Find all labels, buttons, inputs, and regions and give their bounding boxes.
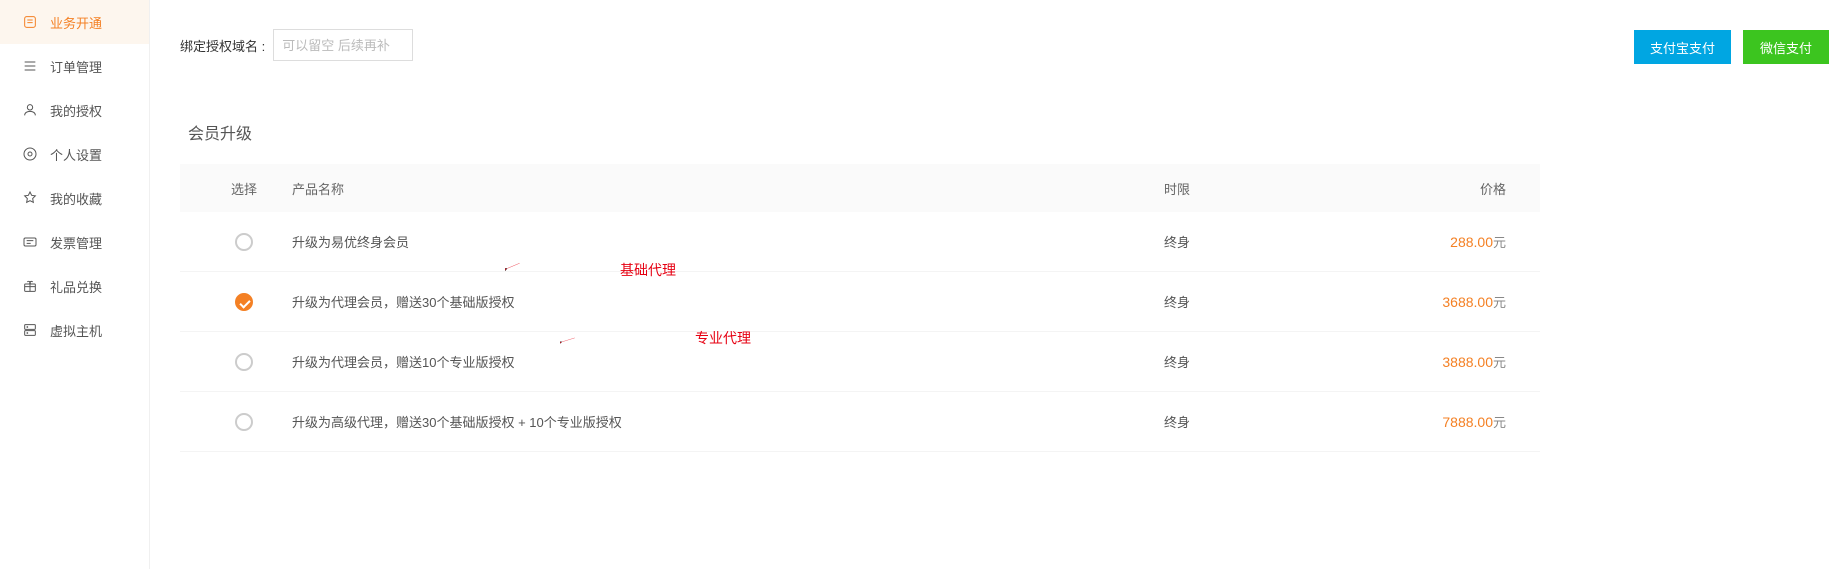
star-icon <box>22 190 38 206</box>
col-header-select: 选择 <box>196 179 292 198</box>
list-icon <box>22 58 38 74</box>
product-duration: 终身 <box>1164 232 1344 251</box>
radio[interactable] <box>235 293 253 311</box>
product-duration: 终身 <box>1164 352 1344 371</box>
table-row[interactable]: 升级为高级代理，赠送30个基础版授权 + 10个专业版授权 终身 7888.00… <box>180 392 1540 452</box>
sidebar-item-gifts[interactable]: 礼品兑换 <box>0 264 149 308</box>
product-duration: 终身 <box>1164 412 1344 431</box>
price-value: 288.00 <box>1450 234 1493 250</box>
col-header-duration: 时限 <box>1164 179 1344 198</box>
gear-icon <box>22 146 38 162</box>
pay-buttons: 支付宝支付 微信支付 <box>1634 30 1829 64</box>
product-name: 升级为高级代理，赠送30个基础版授权 + 10个专业版授权 <box>292 412 1164 431</box>
product-price: 7888.00元 <box>1344 412 1524 431</box>
sidebar-item-label: 虚拟主机 <box>50 321 102 340</box>
radio[interactable] <box>235 413 253 431</box>
product-price: 288.00元 <box>1344 232 1524 251</box>
table-row[interactable]: 升级为代理会员，赠送10个专业版授权 终身 3888.00元 <box>180 332 1540 392</box>
section-title: 会员升级 <box>188 120 1839 144</box>
sidebar-item-orders[interactable]: 订单管理 <box>0 44 149 88</box>
sidebar-item-my-license[interactable]: 我的授权 <box>0 88 149 132</box>
price-unit: 元 <box>1493 415 1506 430</box>
sidebar-item-label: 礼品兑换 <box>50 277 102 296</box>
radio[interactable] <box>235 353 253 371</box>
upgrade-table: 选择 产品名称 时限 价格 升级为易优终身会员 终身 288.00元 升级为代理… <box>180 164 1540 452</box>
price-value: 3888.00 <box>1442 354 1493 370</box>
gift-icon <box>22 278 38 294</box>
product-duration: 终身 <box>1164 292 1344 311</box>
alipay-button[interactable]: 支付宝支付 <box>1634 30 1731 64</box>
radio[interactable] <box>235 233 253 251</box>
wechat-button[interactable]: 微信支付 <box>1743 30 1829 64</box>
price-unit: 元 <box>1493 355 1506 370</box>
topbar: 绑定授权域名 : 支付宝支付 微信支付 <box>180 0 1839 90</box>
price-value: 7888.00 <box>1442 414 1493 430</box>
price-unit: 元 <box>1493 295 1506 310</box>
sidebar-item-favorites[interactable]: 我的收藏 <box>0 176 149 220</box>
sidebar: 业务开通 订单管理 我的授权 个人设置 我的收藏 发票管理 礼品兑换 <box>0 0 150 569</box>
business-icon <box>22 14 38 30</box>
product-name: 升级为代理会员，赠送30个基础版授权 <box>292 292 1164 311</box>
col-header-name: 产品名称 <box>292 179 1164 198</box>
table-head: 选择 产品名称 时限 价格 <box>180 164 1540 212</box>
sidebar-item-label: 业务开通 <box>50 13 102 32</box>
user-icon <box>22 102 38 118</box>
ticket-icon <box>22 234 38 250</box>
sidebar-item-label: 发票管理 <box>50 233 102 252</box>
price-value: 3688.00 <box>1442 294 1493 310</box>
product-price: 3688.00元 <box>1344 292 1524 311</box>
product-name: 升级为易优终身会员 <box>292 232 1164 251</box>
sidebar-item-business-open[interactable]: 业务开通 <box>0 0 149 44</box>
price-unit: 元 <box>1493 235 1506 250</box>
table-row[interactable]: 升级为易优终身会员 终身 288.00元 <box>180 212 1540 272</box>
sidebar-item-label: 订单管理 <box>50 57 102 76</box>
domain-label: 绑定授权域名 : <box>180 36 265 55</box>
sidebar-item-vhost[interactable]: 虚拟主机 <box>0 308 149 352</box>
product-name: 升级为代理会员，赠送10个专业版授权 <box>292 352 1164 371</box>
sidebar-item-label: 个人设置 <box>50 145 102 164</box>
domain-input[interactable] <box>273 29 413 61</box>
table-row[interactable]: 升级为代理会员，赠送30个基础版授权 终身 3688.00元 <box>180 272 1540 332</box>
sidebar-item-invoice[interactable]: 发票管理 <box>0 220 149 264</box>
sidebar-item-settings[interactable]: 个人设置 <box>0 132 149 176</box>
sidebar-item-label: 我的授权 <box>50 101 102 120</box>
col-header-price: 价格 <box>1344 179 1524 198</box>
sidebar-item-label: 我的收藏 <box>50 189 102 208</box>
product-price: 3888.00元 <box>1344 352 1524 371</box>
server-icon <box>22 322 38 338</box>
main-panel: 绑定授权域名 : 支付宝支付 微信支付 会员升级 选择 产品名称 时限 价格 升… <box>150 0 1839 569</box>
